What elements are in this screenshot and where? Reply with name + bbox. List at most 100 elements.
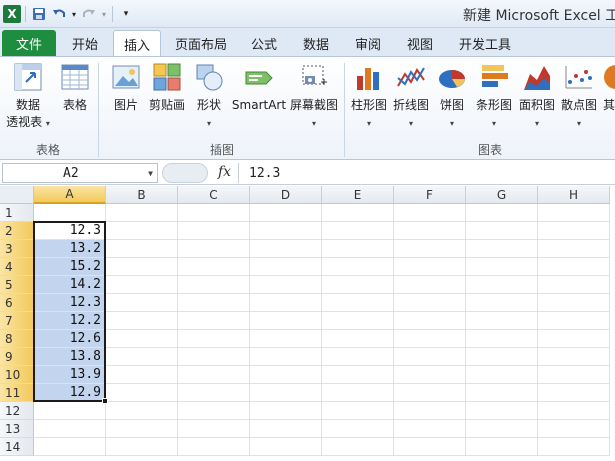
column-header-g[interactable]: G <box>466 186 538 204</box>
cell-c2[interactable] <box>178 222 250 240</box>
cell-g6[interactable] <box>466 294 538 312</box>
cell-a5[interactable]: 14.2 <box>34 276 106 294</box>
cell-f6[interactable] <box>394 294 466 312</box>
cell-e10[interactable] <box>322 366 394 384</box>
cell-e14[interactable] <box>322 438 394 456</box>
cell-b10[interactable] <box>106 366 178 384</box>
cell-f4[interactable] <box>394 258 466 276</box>
cell-h4[interactable] <box>538 258 610 276</box>
row-header-1[interactable]: 1 <box>0 204 34 222</box>
cell-a11[interactable]: 12.9 <box>34 384 106 402</box>
cell-h1[interactable] <box>538 204 610 222</box>
cell-g5[interactable] <box>466 276 538 294</box>
cell-a12[interactable] <box>34 402 106 420</box>
cell-g1[interactable] <box>466 204 538 222</box>
cell-e5[interactable] <box>322 276 394 294</box>
picture-button[interactable]: 图片 <box>110 61 142 114</box>
insert-function-icon[interactable]: fx <box>218 164 231 180</box>
row-header-14[interactable]: 14 <box>0 438 34 456</box>
cell-c3[interactable] <box>178 240 250 258</box>
tab-home[interactable]: 开始 <box>62 31 108 56</box>
cell-e8[interactable] <box>322 330 394 348</box>
cell-e11[interactable] <box>322 384 394 402</box>
cell-h11[interactable] <box>538 384 610 402</box>
bar-chart-button[interactable]: 条形图 ▾ <box>474 61 514 131</box>
cell-a4[interactable]: 15.2 <box>34 258 106 276</box>
cell-f12[interactable] <box>394 402 466 420</box>
row-header-10[interactable]: 10 <box>0 366 34 384</box>
row-header-6[interactable]: 6 <box>0 294 34 312</box>
cell-f14[interactable] <box>394 438 466 456</box>
cell-f2[interactable] <box>394 222 466 240</box>
cell-e6[interactable] <box>322 294 394 312</box>
cell-g3[interactable] <box>466 240 538 258</box>
cell-e3[interactable] <box>322 240 394 258</box>
cell-d11[interactable] <box>250 384 322 402</box>
select-all-corner[interactable] <box>0 186 34 204</box>
cell-h5[interactable] <box>538 276 610 294</box>
cell-f1[interactable] <box>394 204 466 222</box>
cell-f8[interactable] <box>394 330 466 348</box>
formula-input[interactable]: 12.3 <box>238 163 615 183</box>
cell-e4[interactable] <box>322 258 394 276</box>
worksheet-grid[interactable]: A B C D E F G H 1 2 12.3 3 13.2 4 15.2 5 14.2 6 12.3 7 12.2 8… <box>0 186 615 461</box>
save-icon[interactable] <box>29 4 49 24</box>
cell-a8[interactable]: 12.6 <box>34 330 106 348</box>
screenshot-button[interactable]: 屏幕截图 ▾ <box>290 61 338 131</box>
cell-d5[interactable] <box>250 276 322 294</box>
cell-d12[interactable] <box>250 402 322 420</box>
cell-c9[interactable] <box>178 348 250 366</box>
column-header-b[interactable]: B <box>106 186 178 204</box>
cell-g10[interactable] <box>466 366 538 384</box>
cell-c5[interactable] <box>178 276 250 294</box>
cell-g12[interactable] <box>466 402 538 420</box>
cell-d10[interactable] <box>250 366 322 384</box>
row-header-11[interactable]: 11 <box>0 384 34 402</box>
cell-a9[interactable]: 13.8 <box>34 348 106 366</box>
row-header-13[interactable]: 13 <box>0 420 34 438</box>
cell-b3[interactable] <box>106 240 178 258</box>
column-header-c[interactable]: C <box>178 186 250 204</box>
cell-b4[interactable] <box>106 258 178 276</box>
tab-developer[interactable]: 开发工具 <box>449 31 521 56</box>
cell-a1[interactable] <box>34 204 106 222</box>
customize-qat-icon[interactable]: ▾ <box>116 4 136 24</box>
cell-a13[interactable] <box>34 420 106 438</box>
name-box[interactable]: A2 ▼ <box>2 163 158 183</box>
cell-g14[interactable] <box>466 438 538 456</box>
redo-dropdown-icon[interactable]: ▾ <box>99 4 109 24</box>
column-header-f[interactable]: F <box>394 186 466 204</box>
row-header-7[interactable]: 7 <box>0 312 34 330</box>
cell-h2[interactable] <box>538 222 610 240</box>
fill-handle[interactable] <box>102 398 108 404</box>
cell-f3[interactable] <box>394 240 466 258</box>
cell-c4[interactable] <box>178 258 250 276</box>
row-header-9[interactable]: 9 <box>0 348 34 366</box>
table-button[interactable]: 表格 <box>58 61 92 114</box>
column-header-h[interactable]: H <box>538 186 610 204</box>
row-header-2[interactable]: 2 <box>0 222 34 240</box>
cell-d7[interactable] <box>250 312 322 330</box>
cell-a14[interactable] <box>34 438 106 456</box>
smartart-button[interactable]: SmartArt <box>232 61 286 114</box>
cell-b11[interactable] <box>106 384 178 402</box>
cell-a7[interactable]: 12.2 <box>34 312 106 330</box>
cell-f11[interactable] <box>394 384 466 402</box>
tab-formulas[interactable]: 公式 <box>241 31 287 56</box>
cell-b9[interactable] <box>106 348 178 366</box>
excel-logo-icon[interactable]: X <box>2 4 22 24</box>
cell-c8[interactable] <box>178 330 250 348</box>
cell-g13[interactable] <box>466 420 538 438</box>
row-header-3[interactable]: 3 <box>0 240 34 258</box>
cell-b2[interactable] <box>106 222 178 240</box>
undo-icon[interactable] <box>49 4 69 24</box>
cell-e13[interactable] <box>322 420 394 438</box>
cell-g4[interactable] <box>466 258 538 276</box>
cell-b8[interactable] <box>106 330 178 348</box>
redo-icon[interactable] <box>79 4 99 24</box>
tab-review[interactable]: 审阅 <box>345 31 391 56</box>
cell-h6[interactable] <box>538 294 610 312</box>
cell-e7[interactable] <box>322 312 394 330</box>
column-header-e[interactable]: E <box>322 186 394 204</box>
cell-e12[interactable] <box>322 402 394 420</box>
